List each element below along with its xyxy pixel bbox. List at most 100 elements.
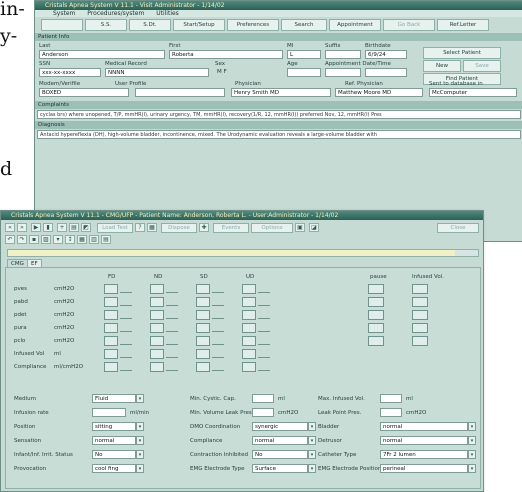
- measure-value-box[interactable]: [242, 349, 256, 359]
- chevron-down-icon[interactable]: ▾: [308, 422, 316, 431]
- sent-to-select[interactable]: McComputer: [429, 88, 517, 97]
- measure-value-box[interactable]: [242, 297, 256, 307]
- chevron-down-icon[interactable]: ▾: [308, 436, 316, 445]
- diagnosis-text[interactable]: Antacid hypereflexia (DH), high-volume b…: [37, 130, 521, 139]
- menu-procedures[interactable]: Procedures/system: [87, 10, 144, 17]
- ref-physician-select[interactable]: Matthew Moore MD: [335, 88, 423, 97]
- calc-icon[interactable]: ▨: [41, 235, 51, 244]
- form-select[interactable]: No: [252, 450, 308, 459]
- chevron-down-icon[interactable]: ▾: [136, 450, 144, 459]
- measure-value-box[interactable]: [150, 297, 164, 307]
- grid-icon[interactable]: ▦: [77, 235, 87, 244]
- print-icon[interactable]: ▣: [295, 223, 305, 232]
- modem-select[interactable]: BOXED: [39, 88, 129, 97]
- measure-value-box[interactable]: [242, 362, 256, 372]
- measure-value-box[interactable]: [150, 362, 164, 372]
- chevron-down-icon[interactable]: ▾: [136, 464, 144, 473]
- menu-utilities[interactable]: Utilities: [156, 10, 179, 17]
- measure-value-box[interactable]: [150, 310, 164, 320]
- event-marker-icon[interactable]: ✚: [199, 223, 209, 232]
- first-record-icon[interactable]: «: [5, 223, 15, 232]
- measure-value-box[interactable]: [242, 336, 256, 346]
- chevron-down-icon[interactable]: ▾: [468, 436, 476, 445]
- measure-value-box[interactable]: [196, 362, 210, 372]
- suffix-field[interactable]: [325, 50, 361, 59]
- load-test-button[interactable]: Load Test: [97, 223, 133, 233]
- ref-letter-button[interactable]: Ref.Letter: [437, 19, 489, 31]
- measure-value-box[interactable]: [150, 323, 164, 333]
- side-value-box[interactable]: [412, 297, 428, 307]
- form-field[interactable]: [380, 394, 402, 403]
- measure-value-box[interactable]: [242, 323, 256, 333]
- scale-icon[interactable]: ↕: [65, 235, 75, 244]
- side-value-box[interactable]: [412, 284, 428, 294]
- undo-icon[interactable]: ↶: [5, 235, 15, 244]
- chart-icon[interactable]: ▤: [69, 223, 79, 232]
- measure-value-box[interactable]: [196, 284, 210, 294]
- measure-value-box[interactable]: [150, 284, 164, 294]
- form-select[interactable]: normal: [380, 422, 468, 431]
- help-icon[interactable]: ?: [135, 223, 145, 232]
- start-setup-button[interactable]: Start/Setup: [173, 19, 225, 31]
- measure-value-box[interactable]: [104, 323, 118, 333]
- form-field[interactable]: [380, 408, 402, 417]
- measure-value-box[interactable]: [242, 284, 256, 294]
- last-name-field[interactable]: Anderson: [39, 50, 165, 59]
- events-button[interactable]: Events: [213, 223, 249, 233]
- filter-icon[interactable]: ▾: [53, 235, 63, 244]
- toolbar-button-1[interactable]: [41, 19, 83, 31]
- menu-system[interactable]: System: [53, 10, 75, 17]
- chevron-down-icon[interactable]: ▾: [136, 422, 144, 431]
- measure-value-box[interactable]: [104, 336, 118, 346]
- chevron-down-icon[interactable]: ▾: [308, 450, 316, 459]
- measure-value-box[interactable]: [196, 323, 210, 333]
- appointment-date-field[interactable]: [325, 68, 361, 77]
- medical-record-field[interactable]: NNNN: [105, 68, 209, 77]
- side-value-box[interactable]: [368, 284, 384, 294]
- form-field[interactable]: [252, 408, 274, 417]
- layout-icon[interactable]: ▥: [89, 235, 99, 244]
- form-select[interactable]: No: [92, 450, 136, 459]
- save-icon[interactable]: ▪: [29, 235, 39, 244]
- pause-icon[interactable]: ▮: [43, 223, 53, 232]
- search-button[interactable]: Search: [281, 19, 327, 31]
- side-value-box[interactable]: [412, 336, 428, 346]
- toolbar-button-ss[interactable]: S.S.: [85, 19, 127, 31]
- chevron-down-icon[interactable]: ▾: [136, 394, 144, 403]
- physician-select[interactable]: Henry Smith MD: [231, 88, 331, 97]
- form-select[interactable]: synergic: [252, 422, 308, 431]
- side-value-box[interactable]: [368, 297, 384, 307]
- appointment-time-field[interactable]: [365, 68, 407, 77]
- side-value-box[interactable]: [412, 310, 428, 320]
- measure-value-box[interactable]: [196, 297, 210, 307]
- birthdate-field[interactable]: 6/9/24: [365, 50, 407, 59]
- toolbar-button-sdt[interactable]: S.Dt.: [129, 19, 171, 31]
- image-icon[interactable]: ▦: [147, 223, 157, 232]
- chevron-down-icon[interactable]: ▾: [136, 436, 144, 445]
- form-select[interactable]: normal: [252, 436, 308, 445]
- measure-value-box[interactable]: [104, 349, 118, 359]
- form-select[interactable]: cool fing: [92, 464, 136, 473]
- form-field[interactable]: [92, 408, 126, 417]
- form-select[interactable]: 7Fr 2 lumen: [380, 450, 468, 459]
- side-value-box[interactable]: [368, 310, 384, 320]
- measure-value-box[interactable]: [150, 349, 164, 359]
- chevron-down-icon[interactable]: ▾: [308, 464, 316, 473]
- appointment-button[interactable]: Appointment: [329, 19, 381, 31]
- new-button[interactable]: New: [423, 60, 461, 72]
- close-button[interactable]: Close: [437, 223, 479, 233]
- side-value-box[interactable]: [368, 323, 384, 333]
- select-patient-button[interactable]: Select Patient: [423, 47, 501, 59]
- side-value-box[interactable]: [412, 323, 428, 333]
- chevron-down-icon[interactable]: ▾: [468, 422, 476, 431]
- form-select[interactable]: Fluid: [92, 394, 136, 403]
- measure-value-box[interactable]: [150, 336, 164, 346]
- zoom-icon[interactable]: ◩: [81, 223, 91, 232]
- chevron-down-icon[interactable]: ▾: [468, 450, 476, 459]
- measure-value-box[interactable]: [196, 349, 210, 359]
- form-select[interactable]: perineal: [380, 464, 468, 473]
- form-field[interactable]: [252, 394, 274, 403]
- first-name-field[interactable]: Roberta: [169, 50, 283, 59]
- next-icon[interactable]: »: [17, 223, 27, 232]
- go-back-button[interactable]: Go Back: [383, 19, 435, 31]
